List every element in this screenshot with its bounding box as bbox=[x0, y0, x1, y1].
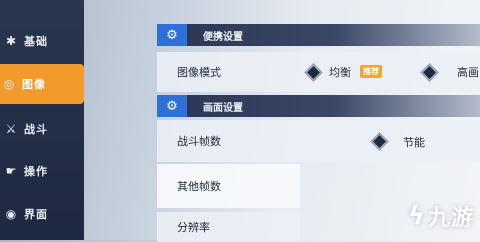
sidebar: ✱ 基础 ◎ 图像 ⚔ 战斗 ☛ 操作 ◉ 界面 bbox=[0, 0, 84, 240]
sidebar-item-battle[interactable]: ⚔ 战斗 bbox=[0, 110, 84, 148]
gear-icon: ✱ bbox=[5, 34, 17, 48]
sidebar-item-basic[interactable]: ✱ 基础 bbox=[0, 22, 84, 60]
radio-power-saving[interactable] bbox=[370, 132, 389, 151]
sidebar-item-controls[interactable]: ☛ 操作 bbox=[0, 152, 84, 190]
setting-row-battle-fps: 战斗帧数 节能 bbox=[157, 120, 480, 162]
jiuyou-logo-icon: ϟ bbox=[407, 201, 425, 231]
section-header-portable: ⚙ 便携设置 bbox=[157, 24, 480, 46]
sidebar-item-interface[interactable]: ◉ 界面 bbox=[0, 195, 84, 233]
gear-icon: ⚙ bbox=[157, 24, 187, 46]
sidebar-item-label: 图像 bbox=[22, 78, 46, 91]
sidebar-item-image[interactable]: ◎ 图像 bbox=[0, 64, 84, 104]
watermark: ϟ 九游 bbox=[408, 200, 474, 232]
option-label-balanced[interactable]: 均衡 bbox=[329, 64, 351, 80]
setting-row-image-mode: 图像模式 均衡 推荐 高画 bbox=[157, 52, 480, 92]
setting-label: 分辨率 bbox=[177, 221, 210, 234]
radio-high[interactable] bbox=[420, 63, 439, 82]
setting-row-resolution: 分辨率 bbox=[157, 212, 300, 242]
sword-icon: ⚔ bbox=[5, 122, 17, 136]
setting-label: 图像模式 bbox=[177, 66, 221, 79]
option-label-high[interactable]: 高画 bbox=[457, 64, 479, 80]
sidebar-item-label: 界面 bbox=[24, 208, 48, 221]
section-title: 画面设置 bbox=[203, 102, 243, 114]
radio-balanced[interactable] bbox=[304, 63, 323, 82]
sidebar-item-label: 基础 bbox=[24, 35, 48, 48]
gear-icon: ⚙ bbox=[157, 95, 187, 117]
sidebar-item-label: 战斗 bbox=[24, 123, 48, 136]
setting-label: 其他帧数 bbox=[177, 180, 221, 193]
recommended-badge: 推荐 bbox=[360, 65, 382, 78]
screen-icon: ◉ bbox=[5, 207, 17, 221]
section-title: 便携设置 bbox=[203, 31, 243, 43]
hand-icon: ☛ bbox=[5, 164, 17, 178]
setting-label: 战斗帧数 bbox=[177, 135, 221, 148]
watermark-text: 九游 bbox=[427, 206, 474, 231]
section-header-display: ⚙ 画面设置 bbox=[157, 95, 480, 117]
image-icon: ◎ bbox=[3, 77, 15, 91]
setting-row-other-fps: 其他帧数 bbox=[157, 164, 300, 208]
sidebar-item-label: 操作 bbox=[24, 165, 48, 178]
option-label-power-saving[interactable]: 节能 bbox=[403, 134, 425, 150]
